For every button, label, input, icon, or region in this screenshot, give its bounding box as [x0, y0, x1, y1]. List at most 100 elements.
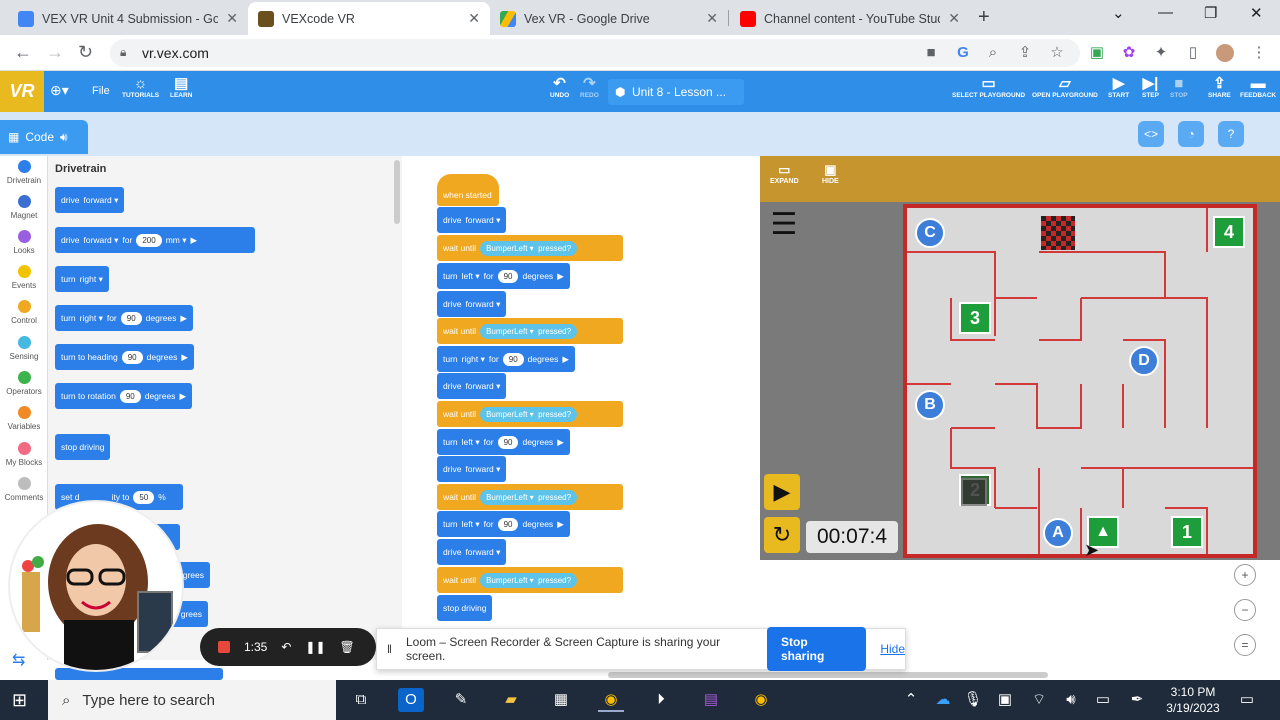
- pen-icon[interactable]: ✒: [1124, 688, 1150, 712]
- battery-icon[interactable]: ▭: [1090, 688, 1116, 712]
- palette-block-turn-for[interactable]: turn right for 90 degrees ▶: [55, 305, 193, 331]
- loom-delete-icon[interactable]: 🗑︎: [340, 640, 355, 654]
- start-button[interactable]: ▶ START: [1108, 75, 1129, 99]
- grip-icon[interactable]: ‖: [387, 642, 392, 656]
- language-globe-icon[interactable]: ⊕▾: [50, 82, 69, 99]
- reload-icon[interactable]: ↻: [78, 42, 93, 63]
- camera-icon[interactable]: ■: [922, 44, 940, 62]
- loom-restart-icon[interactable]: ↶: [281, 640, 291, 654]
- playground-menu-icon[interactable]: ☰: [766, 207, 802, 243]
- category-variables[interactable]: Variables: [0, 406, 48, 431]
- side-panel-icon[interactable]: ▯: [1184, 44, 1202, 62]
- help-icon[interactable]: ?: [1218, 121, 1244, 147]
- bumper-sensor-slot[interactable]: BumperLeft pressed?: [480, 240, 578, 256]
- category-events[interactable]: Events: [0, 265, 48, 290]
- extensions-puzzle-icon[interactable]: ✦: [1152, 44, 1170, 62]
- tab-google-drive[interactable]: Vex VR - Google Drive ✕: [490, 2, 728, 35]
- feedback-button[interactable]: ▬ FEEDBACK: [1240, 75, 1276, 99]
- google-icon[interactable]: G: [954, 44, 972, 62]
- stop-button[interactable]: ■ STOP: [1170, 75, 1188, 99]
- script-drive-forward-4[interactable]: drive forward: [437, 456, 507, 482]
- code-tab[interactable]: ▦ Code 🔊︎: [0, 120, 88, 154]
- tab-vexcode-vr[interactable]: VEXcode VR ✕: [248, 2, 490, 35]
- restore-icon[interactable]: ❐: [1204, 4, 1217, 22]
- select-playground-button[interactable]: ▭ SELECT PLAYGROUND: [952, 75, 1025, 99]
- script-drive-forward-2[interactable]: drive forward: [437, 291, 507, 317]
- minimize-icon[interactable]: —: [1158, 4, 1173, 21]
- when-started-block[interactable]: when started: [437, 174, 499, 206]
- script-wait-until-4[interactable]: wait until BumperLeft pressed?: [437, 484, 623, 510]
- file-explorer-icon[interactable]: ▰: [498, 688, 524, 712]
- back-icon[interactable]: ←: [14, 42, 32, 63]
- extension-green-icon[interactable]: ▣: [1088, 44, 1106, 62]
- paint-icon[interactable]: ✎: [448, 688, 474, 712]
- taskbar-search-box[interactable]: ⌕ Type here to search: [48, 680, 336, 720]
- zoom-icon[interactable]: ⌕: [984, 44, 1002, 62]
- video-editor-icon[interactable]: ▤: [698, 688, 724, 712]
- tutorials-button[interactable]: ☼ TUTORIALS: [122, 75, 159, 99]
- tab-youtube-studio[interactable]: Channel content - YouTube Studi ✕: [730, 2, 970, 35]
- file-menu[interactable]: File: [92, 85, 110, 97]
- close-tab-icon[interactable]: ✕: [948, 10, 960, 27]
- playground-reset-icon[interactable]: ↻: [764, 517, 800, 553]
- palette-block-turn-to-heading[interactable]: turn to heading 90 degrees ▶: [55, 344, 194, 370]
- category-control[interactable]: Control: [0, 300, 48, 325]
- zoom-in-icon[interactable]: +: [1234, 564, 1256, 586]
- close-tab-icon[interactable]: ✕: [706, 10, 718, 27]
- script-wait-until-5[interactable]: wait until BumperLeft pressed?: [437, 567, 623, 593]
- expand-button[interactable]: ▭ EXPAND: [770, 162, 799, 185]
- hide-share-bar-link[interactable]: Hide: [880, 642, 905, 656]
- forward-icon[interactable]: →: [46, 42, 64, 63]
- outlook-icon[interactable]: O: [398, 688, 424, 712]
- script-drive-forward-1[interactable]: drive forward: [437, 207, 507, 233]
- category-looks[interactable]: Looks: [0, 230, 48, 255]
- chrome-profile-icon[interactable]: ◉: [748, 688, 774, 712]
- url-text[interactable]: vr.vex.com: [142, 45, 209, 61]
- notifications-icon[interactable]: ▭: [1234, 688, 1260, 712]
- new-tab-icon[interactable]: +: [978, 6, 990, 29]
- palette-block-drive[interactable]: drive forward: [55, 187, 125, 213]
- bumper-sensor-slot[interactable]: BumperLeft pressed?: [480, 406, 578, 422]
- step-button[interactable]: ▶| STEP: [1142, 75, 1159, 99]
- volume-icon[interactable]: 🔊︎: [1058, 688, 1084, 712]
- script-wait-until-2[interactable]: wait until BumperLeft pressed?: [437, 318, 623, 344]
- script-wait-until-1[interactable]: wait until BumperLeft pressed?: [437, 235, 623, 261]
- category-comments[interactable]: Comments: [0, 477, 48, 502]
- share-page-icon[interactable]: ⇪: [1016, 44, 1034, 62]
- close-tab-icon[interactable]: ✕: [468, 10, 480, 27]
- open-playground-button[interactable]: ▱ OPEN PLAYGROUND: [1032, 75, 1098, 99]
- tab-search-icon[interactable]: ⌄: [1112, 4, 1125, 22]
- close-window-icon[interactable]: ✕: [1250, 4, 1263, 22]
- bookmark-star-icon[interactable]: ☆: [1048, 44, 1066, 62]
- taskbar-clock[interactable]: 3:10 PM 3/19/2023: [1158, 684, 1228, 716]
- project-name-field[interactable]: ⬢ Unit 8 - Lesson ...: [608, 79, 744, 105]
- loom-stop-record-icon[interactable]: [218, 641, 230, 653]
- script-stop-driving[interactable]: stop driving: [437, 595, 493, 621]
- category-drivetrain[interactable]: Drivetrain: [0, 160, 48, 185]
- category-my-blocks[interactable]: My Blocks: [0, 442, 48, 467]
- undo-button[interactable]: ↶ UNDO: [550, 75, 569, 99]
- palette-block-stop-driving[interactable]: stop driving: [55, 434, 111, 460]
- bumper-sensor-slot[interactable]: BumperLeft pressed?: [480, 323, 578, 339]
- close-tab-icon[interactable]: ✕: [226, 10, 238, 27]
- profile-avatar-icon[interactable]: [1216, 44, 1234, 62]
- speaker-icon[interactable]: 🔊︎: [60, 130, 68, 145]
- learn-button[interactable]: ▤ LEARN: [170, 75, 192, 99]
- script-wait-until-3[interactable]: wait until BumperLeft pressed?: [437, 401, 623, 427]
- script-drive-forward-3[interactable]: drive forward: [437, 373, 507, 399]
- redo-button[interactable]: ↷ REDO: [580, 75, 599, 99]
- chrome-taskbar-icon[interactable]: ◉: [598, 688, 624, 712]
- loom-pause-icon[interactable]: ❚❚: [305, 640, 325, 654]
- microphone-icon[interactable]: 🎙︎: [960, 688, 986, 712]
- palette-block-turn-to-rotation[interactable]: turn to rotation 90 degrees ▶: [55, 383, 192, 409]
- calculator-icon[interactable]: ▦: [548, 688, 574, 712]
- zoom-out-icon[interactable]: −: [1234, 599, 1256, 621]
- onedrive-icon[interactable]: ☁: [930, 688, 956, 712]
- stop-sharing-button[interactable]: Stop sharing: [766, 627, 867, 671]
- dashboard-icon[interactable]: ◔: [1178, 121, 1204, 147]
- wifi-icon[interactable]: ⌔: [1026, 688, 1052, 712]
- script-turn-left-2[interactable]: turnleftfor90degrees▶: [437, 429, 570, 455]
- tab-unit4-submission[interactable]: VEX VR Unit 4 Submission - Goo ✕: [8, 2, 248, 35]
- script-turn-left-1[interactable]: turnleftfor90degrees▶: [437, 263, 570, 289]
- palette-block-drive-for[interactable]: drive forward for 200 mm ▶: [55, 227, 255, 253]
